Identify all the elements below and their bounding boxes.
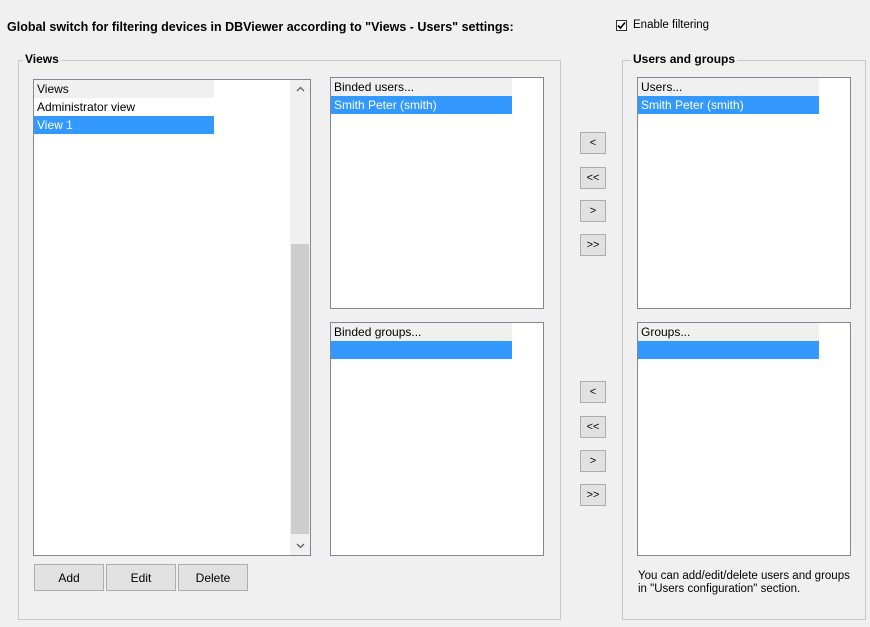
group-item[interactable] xyxy=(638,341,819,359)
move-user-left-button[interactable]: < xyxy=(580,132,606,154)
global-switch-label: Global switch for filtering devices in D… xyxy=(7,20,514,34)
move-all-users-right-button[interactable]: >> xyxy=(580,234,606,256)
binded-groups-list[interactable]: Binded groups... xyxy=(330,322,544,556)
move-all-groups-right-button[interactable]: >> xyxy=(580,484,606,506)
scroll-down-arrow-icon[interactable] xyxy=(290,537,310,555)
enable-filtering-label: Enable filtering xyxy=(633,19,710,31)
move-user-right-button[interactable]: > xyxy=(580,200,606,222)
enable-filtering-control[interactable]: Enable filtering xyxy=(616,19,709,31)
views-list[interactable]: Views Administrator view View 1 xyxy=(33,79,311,556)
scroll-up-arrow-icon[interactable] xyxy=(290,80,310,98)
move-group-right-button[interactable]: > xyxy=(580,450,606,472)
move-all-users-left-button[interactable]: << xyxy=(580,167,606,189)
groups-list-header: Groups... xyxy=(638,323,819,341)
binded-users-list[interactable]: Binded users... Smith Peter (smith) xyxy=(330,77,544,309)
binded-user-item[interactable]: Smith Peter (smith) xyxy=(331,96,512,114)
binded-users-header: Binded users... xyxy=(331,78,512,96)
move-group-left-button[interactable]: < xyxy=(580,381,606,403)
delete-button[interactable]: Delete xyxy=(178,564,248,591)
list-item-administrator-view[interactable]: Administrator view xyxy=(34,98,214,116)
binded-groups-header: Binded groups... xyxy=(331,323,512,341)
users-list-header: Users... xyxy=(638,78,819,96)
views-scroll-thumb[interactable] xyxy=(291,244,309,534)
user-item[interactable]: Smith Peter (smith) xyxy=(638,96,819,114)
groups-list[interactable]: Groups... xyxy=(637,322,851,556)
users-configuration-note: You can add/edit/delete users and groups… xyxy=(638,570,850,595)
users-and-groups-title: Users and groups xyxy=(631,52,738,66)
move-all-groups-left-button[interactable]: << xyxy=(580,416,606,438)
views-list-scrollbar[interactable] xyxy=(290,80,310,555)
checkmark-icon xyxy=(617,21,626,29)
views-group-title: Views xyxy=(23,52,61,66)
add-button[interactable]: Add xyxy=(34,564,104,591)
binded-group-item[interactable] xyxy=(331,341,512,359)
list-item-view-1[interactable]: View 1 xyxy=(34,116,214,134)
views-list-header: Views xyxy=(34,80,214,98)
edit-button[interactable]: Edit xyxy=(106,564,176,591)
users-list[interactable]: Users... Smith Peter (smith) xyxy=(637,77,851,309)
enable-filtering-checkbox[interactable] xyxy=(616,19,627,31)
